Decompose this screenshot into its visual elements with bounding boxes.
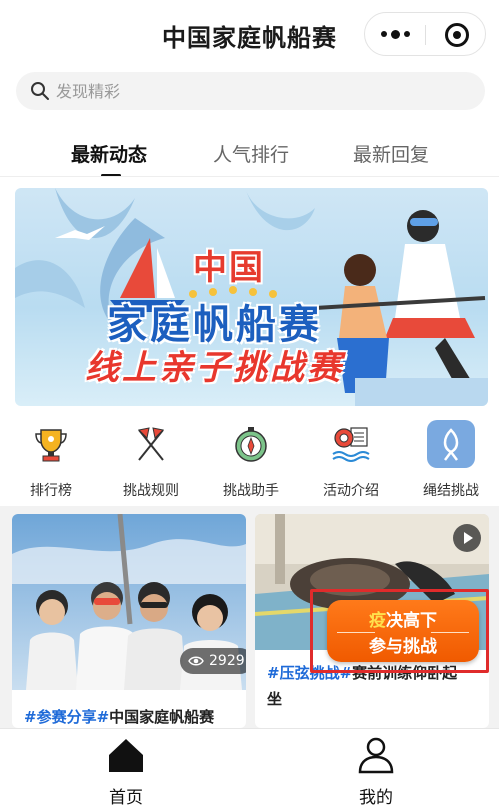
tab-latest[interactable]: 最新动态 <box>71 140 147 167</box>
crossed-flags-icon <box>127 420 175 468</box>
compass-icon <box>227 420 275 468</box>
quick-link-intro[interactable]: 活动介绍 <box>306 414 396 500</box>
post-title: #参赛分享#中国家庭帆船赛 <box>24 706 214 728</box>
more-dots-icon[interactable] <box>365 13 425 55</box>
quick-links: 排行榜 挑战规则 挑战助手 活动介绍 绳结挑战 <box>0 414 499 506</box>
post-tag[interactable]: #参赛分享# <box>24 708 109 726</box>
eye-icon <box>188 656 204 666</box>
bottom-nav: 首页 我的 <box>0 728 499 807</box>
rope-knot-icon <box>427 420 475 468</box>
nav-label: 首页 <box>109 788 143 807</box>
post-card[interactable]: 2929 #参赛分享#中国家庭帆船赛 <box>12 514 246 728</box>
post-title-text: 中国家庭帆船赛 <box>109 708 215 726</box>
challenge-slogan: 疫决高下 <box>327 606 479 631</box>
promo-banner[interactable]: 中国 家庭帆船赛 线上亲子挑战赛 <box>15 188 488 406</box>
nav-item-home[interactable]: 首页 <box>46 729 206 807</box>
tab-latest-replies[interactable]: 最新回复 <box>353 140 429 167</box>
quick-link-label: 挑战助手 <box>223 483 279 499</box>
slogan-highlight: 疫 <box>369 611 386 631</box>
quick-link-knot[interactable]: 绳结挑战 <box>406 414 496 500</box>
feed-tabs: 最新动态 人气排行 最新回复 <box>0 128 499 177</box>
search-input[interactable] <box>56 81 456 101</box>
quick-link-leaderboard[interactable]: 排行榜 <box>6 414 96 500</box>
view-count: 2929 <box>209 653 245 669</box>
post-title-line2: 坐 <box>267 690 283 708</box>
search-bar[interactable] <box>16 72 485 110</box>
nav-item-mine[interactable]: 我的 <box>296 729 456 807</box>
play-icon[interactable] <box>453 524 481 552</box>
quick-link-rules[interactable]: 挑战规则 <box>106 414 196 500</box>
capsule-divider <box>425 25 426 45</box>
lifebuoy-icon <box>327 420 375 468</box>
quick-link-label: 绳结挑战 <box>423 483 479 499</box>
tabs-divider <box>0 176 499 177</box>
tab-popular[interactable]: 人气排行 <box>213 140 289 167</box>
banner-line-1: 中国 <box>193 248 265 288</box>
banner-line-3: 线上亲子挑战赛 <box>85 348 344 388</box>
target-close-icon[interactable] <box>445 23 469 47</box>
quick-link-label: 活动介绍 <box>323 483 379 499</box>
quick-link-label: 排行榜 <box>30 483 72 499</box>
join-challenge-button[interactable]: 疫决高下 参与挑战 <box>327 600 479 662</box>
trophy-icon <box>27 420 75 468</box>
quick-link-label: 挑战规则 <box>123 483 179 499</box>
slogan-rest: 决高下 <box>386 611 437 631</box>
home-icon <box>109 739 143 772</box>
join-challenge-label: 参与挑战 <box>369 637 437 657</box>
search-icon <box>31 82 49 100</box>
user-icon <box>358 737 394 774</box>
mini-program-capsule <box>364 12 486 56</box>
view-count-badge: 2929 <box>180 648 246 674</box>
quick-link-assistant[interactable]: 挑战助手 <box>206 414 296 500</box>
app-header: 中国家庭帆船赛 <box>0 0 499 68</box>
nav-label: 我的 <box>359 788 393 807</box>
